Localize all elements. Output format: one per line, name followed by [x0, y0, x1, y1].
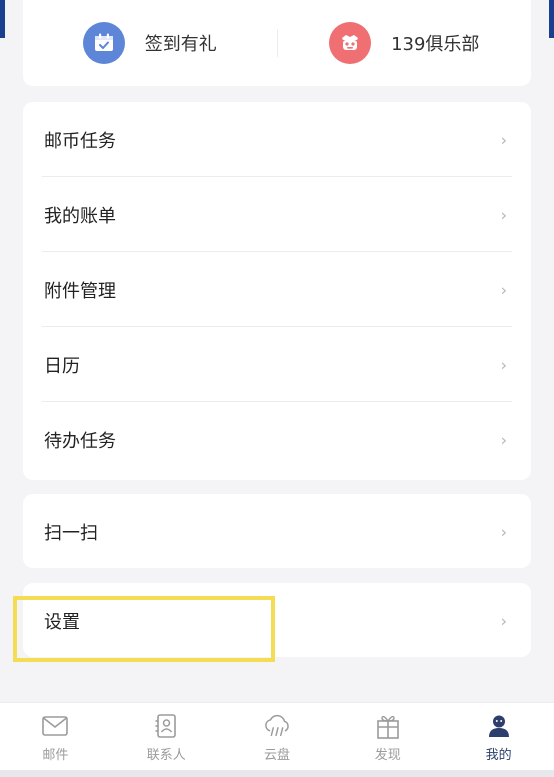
header-edge-right	[549, 0, 554, 38]
menu-item-my-bills[interactable]: 我的账单 ›	[23, 177, 531, 252]
menu-item-label: 待办任务	[44, 430, 116, 452]
chevron-right-icon: ›	[500, 280, 507, 299]
chevron-right-icon: ›	[500, 205, 507, 224]
chevron-right-icon: ›	[500, 611, 507, 630]
calendar-check-icon	[82, 22, 125, 64]
menu-item-todo[interactable]: 待办任务 ›	[23, 402, 531, 477]
mail-icon	[40, 712, 70, 740]
tab-label: 发现	[374, 747, 401, 763]
menu-item-label: 附件管理	[44, 280, 116, 302]
tab-cloud[interactable]: 云盘	[222, 703, 333, 771]
gift-icon	[373, 712, 403, 740]
bottom-strip	[0, 770, 554, 777]
tab-mine[interactable]: 我的	[443, 703, 554, 771]
club-robot-icon	[329, 22, 372, 64]
bottom-tab-bar: 邮件 联系人 云盘 发现 我的	[0, 702, 554, 771]
user-icon	[484, 712, 514, 740]
contacts-icon	[151, 712, 181, 740]
menu-item-label: 设置	[44, 611, 80, 633]
sign-in-reward-button[interactable]: 签到有礼	[23, 0, 277, 86]
chevron-right-icon: ›	[500, 430, 507, 449]
menu-item-label: 扫一扫	[44, 522, 98, 544]
settings-card: 设置 ›	[23, 583, 531, 657]
tab-contacts[interactable]: 联系人	[111, 703, 222, 771]
tab-discover[interactable]: 发现	[332, 703, 443, 771]
sign-in-reward-label: 签到有礼	[144, 34, 217, 55]
menu-item-label: 邮币任务	[44, 130, 116, 152]
menu-item-attachments[interactable]: 附件管理 ›	[23, 252, 531, 327]
cloud-icon	[262, 712, 292, 740]
club-139-button[interactable]: 139俱乐部	[278, 0, 532, 86]
tab-mail[interactable]: 邮件	[0, 703, 111, 771]
menu-item-coin-tasks[interactable]: 邮币任务 ›	[23, 102, 531, 177]
menu-item-calendar[interactable]: 日历 ›	[23, 327, 531, 402]
tab-label: 我的	[485, 747, 512, 763]
chevron-right-icon: ›	[500, 522, 507, 541]
chevron-right-icon: ›	[500, 355, 507, 374]
menu-item-settings[interactable]: 设置 ›	[23, 583, 531, 658]
menu-item-scan[interactable]: 扫一扫 ›	[23, 494, 531, 569]
tab-label: 云盘	[263, 747, 290, 763]
chevron-right-icon: ›	[500, 130, 507, 149]
tab-label: 邮件	[42, 747, 69, 763]
menu-item-label: 我的账单	[44, 205, 116, 227]
quick-actions-card: 签到有礼 139俱乐部	[23, 0, 531, 86]
header-edge-left	[0, 0, 5, 38]
club-139-label: 139俱乐部	[391, 34, 480, 55]
menu-group-card: 邮币任务 › 我的账单 › 附件管理 › 日历 › 待办任务 ›	[23, 102, 531, 480]
menu-item-label: 日历	[44, 355, 80, 377]
scan-card: 扫一扫 ›	[23, 494, 531, 568]
tab-label: 联系人	[146, 747, 186, 763]
